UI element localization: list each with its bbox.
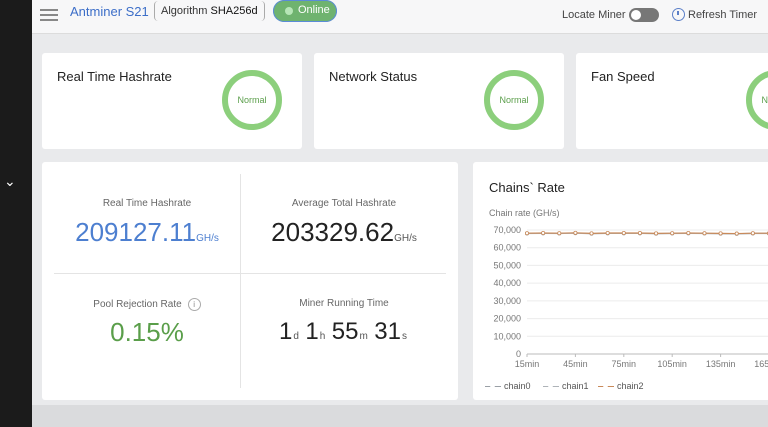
card-title: Network Status [329,69,418,84]
pool-rejection-label-text: Pool Rejection Rate [93,299,182,311]
status-ring: Normal [746,70,768,130]
series-point-chain2 [573,230,578,235]
pool-rejection-value: 0.15% [47,317,247,348]
chevron-down-icon[interactable]: ⌄ [4,174,16,190]
y-tick-label: 20,000 [493,314,521,324]
series-point-chain2 [750,231,755,236]
x-tick-label: 45min [563,359,588,369]
y-tick-label: 30,000 [493,296,521,306]
algorithm-value: SHA256d [210,5,258,17]
series-line-chain2 [526,232,768,235]
app-title: Antminer S21 [70,4,149,19]
running-minutes-unit: m [359,331,368,342]
series-point-chain2 [654,231,659,236]
hamburger-menu-icon[interactable] [40,6,58,22]
y-tick-label: 50,000 [493,260,521,270]
realtime-hashrate-unit: GH/s [196,233,219,244]
status-card-network: Network Status Normal [314,53,564,149]
series-point-chain2 [541,231,546,236]
average-hashrate-label: Average Total Hashrate [291,198,397,209]
pool-rejection-number: 0.15% [110,317,184,347]
refresh-timer-label[interactable]: Refresh Timer [688,9,757,21]
running-time-label: Miner Running Time [299,298,389,309]
x-tick-label: 105min [657,359,687,369]
online-dot-icon [285,7,293,15]
running-seconds: 31 [374,318,401,345]
y-tick-label: 70,000 [493,225,521,235]
clock-icon[interactable] [672,8,685,21]
info-icon[interactable]: i [187,298,201,311]
running-hours: 1 [305,318,319,345]
average-hashrate-number: 203329.62 [271,217,395,247]
y-tick-label: 40,000 [493,278,521,288]
status-ring: Normal [222,70,282,130]
x-tick-label: 165min [754,359,768,369]
legend-label: chain2 [617,381,644,391]
series-point-chain2 [525,231,530,236]
realtime-hashrate-label: Real Time Hashrate [102,198,192,209]
average-hashrate-unit: GH/s [394,233,417,244]
chains-rate-chart: 0 10,000 20,000 30,000 40,000 50,000 60,000 70,… [493,225,768,369]
status-text: Online [298,4,330,16]
running-seconds-unit: s [401,331,407,342]
status-card-hashrate: Real Time Hashrate Normal [42,53,302,149]
top-bar: Antminer S21 Algorithm SHA256d Online Lo… [32,0,768,34]
status-ring-label: Normal [237,95,267,105]
series-point-chain2 [686,231,691,236]
running-minutes: 55 [331,318,359,345]
series-point-chain2 [670,231,675,236]
locate-miner-label: Locate Miner [562,9,626,21]
series-point-chain2 [637,231,642,236]
series-point-chain2 [557,231,562,236]
running-days: 1 [279,318,293,345]
algorithm-chip: Algorithm SHA256d [154,1,265,21]
status-ring: Normal [484,70,544,130]
status-badge: Online [273,0,337,22]
running-hours-unit: h [319,331,326,342]
status-card-fan: Fan Speed Normal [576,53,768,149]
left-rail: ⌄ [0,0,32,427]
realtime-hashrate-value: 209127.11GH/s [47,217,247,248]
algorithm-label: Algorithm [161,5,208,17]
chains-rate-card: Chains` Rate Chain rate (GH/s) 0 10,000 20… [473,162,768,400]
status-ring-label: Normal [761,95,768,105]
series-point-chain2 [718,231,723,236]
series-point-chain2 [621,231,626,236]
card-title: Real Time Hashrate [57,69,172,84]
x-tick-label: 15min [515,359,540,369]
realtime-hashrate-number: 209127.11 [75,217,197,247]
series-point-chain2 [702,231,707,236]
series-point-chain2 [589,231,594,236]
legend-swatch [598,383,614,389]
y-tick-label: 10,000 [493,331,521,341]
legend-label: chain1 [562,381,589,391]
y-tick-label: 60,000 [493,243,521,253]
metrics-card: Real Time Hashrate 209127.11GH/s Average… [42,162,458,400]
metrics-divider-horizontal [54,273,446,274]
x-tick-label: 75min [612,359,637,369]
bottom-strip [32,405,768,427]
running-time-value: 1d 1h 55m 31s [244,318,444,346]
x-tick-label: 135min [706,359,736,369]
legend-swatch [485,383,501,389]
legend-item-chain2[interactable]: chain2 [598,381,644,391]
running-days-unit: d [293,331,299,342]
locate-miner-toggle[interactable] [629,8,659,22]
toggle-knob [631,10,641,20]
series-point-chain2 [605,231,610,236]
pool-rejection-label: Pool Rejection Rate i [57,298,237,311]
status-ring-label: Normal [499,95,529,105]
legend-item-chain1[interactable]: chain1 [543,381,589,391]
legend-swatch [543,383,559,389]
legend-item-chain0[interactable]: chain0 [485,381,531,391]
y-tick-label: 0 [516,349,521,359]
series-point-chain2 [734,231,739,236]
average-hashrate-value: 203329.62GH/s [244,217,444,248]
card-title: Fan Speed [591,69,655,84]
legend-label: chain0 [504,381,531,391]
metrics-divider-vertical [240,174,241,388]
